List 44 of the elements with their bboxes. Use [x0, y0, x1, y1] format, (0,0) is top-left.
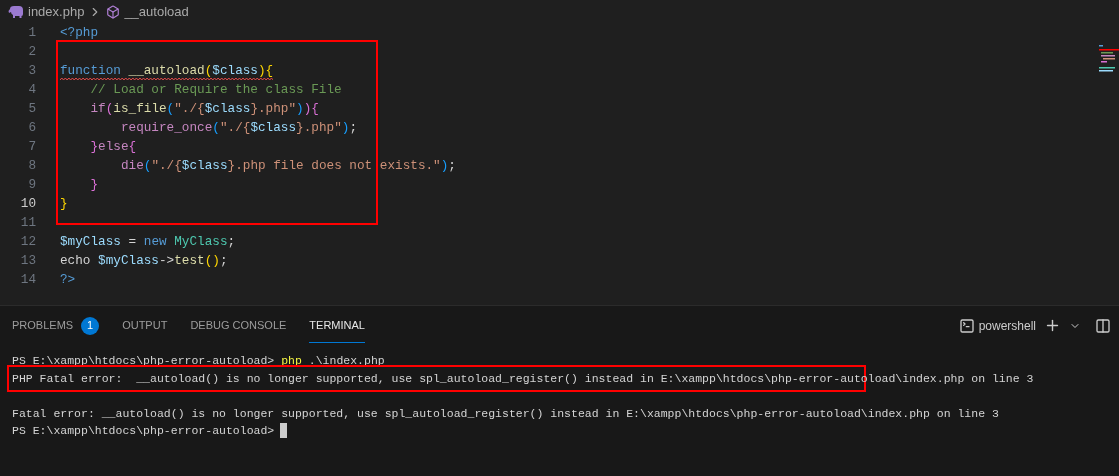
panel-tab[interactable]: PROBLEMS	[12, 308, 74, 343]
code-line: $myClass = new MyClass;	[60, 233, 236, 251]
line-number: 9	[27, 176, 36, 194]
code-line: function __autoload($class){	[60, 61, 274, 81]
elephant-icon	[8, 5, 24, 18]
line-number: 14	[19, 271, 36, 289]
text-cursor	[280, 423, 288, 439]
line-number: 1	[27, 24, 36, 42]
line-number: 11	[19, 214, 36, 232]
code-line: ?>	[60, 271, 76, 289]
code-line: // Load or Require the class File	[89, 81, 342, 99]
terminal-name[interactable]: powershell	[978, 316, 1036, 335]
line-number: 13	[19, 252, 36, 270]
plus-icon[interactable]	[1044, 317, 1061, 334]
line-number: 7	[27, 138, 36, 156]
line-number: 3	[27, 62, 36, 80]
line-number: 8	[27, 157, 36, 175]
code-line: <?php	[60, 24, 99, 42]
code-line: }	[89, 176, 99, 194]
panel-tab[interactable]: DEBUG CONSOLE	[190, 308, 287, 343]
code-line: if(is_file("./{$class}.php")){	[89, 100, 319, 118]
code-line: require_once("./{$class}.php");	[119, 119, 357, 137]
line-number: 4	[27, 81, 36, 99]
code-line: die("./{$class}.php file does not exists.");	[119, 157, 456, 175]
line-number: 10	[19, 195, 36, 213]
line-number: 5	[27, 100, 36, 118]
panel-tab[interactable]: TERMINAL	[309, 308, 365, 343]
count-badge: 1	[81, 316, 100, 335]
split-icon[interactable]	[1095, 317, 1111, 334]
terminal-line: PS E:\xampp\htdocs\php-error-autoload> php .\index.php	[12, 353, 385, 370]
code-line: }	[60, 195, 68, 213]
cube-icon	[106, 4, 121, 19]
terminal-icon	[958, 317, 975, 334]
line-number: 6	[27, 119, 36, 137]
breadcrumb-item[interactable]: index.php	[28, 1, 85, 22]
terminal-line: Fatal error: __autoload() is no longer supported, use spl_autoload_register() instead in E:\xampp\htdocs\php-error-autoload\index.php on line 3	[12, 405, 999, 422]
code-line: }else{	[89, 138, 137, 156]
code-line: echo $myClass->test();	[60, 252, 228, 270]
line-number: 2	[27, 43, 36, 61]
panel-tab[interactable]: OUTPUT	[122, 308, 168, 343]
breadcrumb-item[interactable]: __autoload	[124, 1, 189, 22]
minimap-drawing	[1099, 45, 1119, 75]
terminal-line: PS E:\xampp\htdocs\php-error-autoload>	[12, 423, 275, 440]
line-number: 12	[19, 233, 36, 251]
